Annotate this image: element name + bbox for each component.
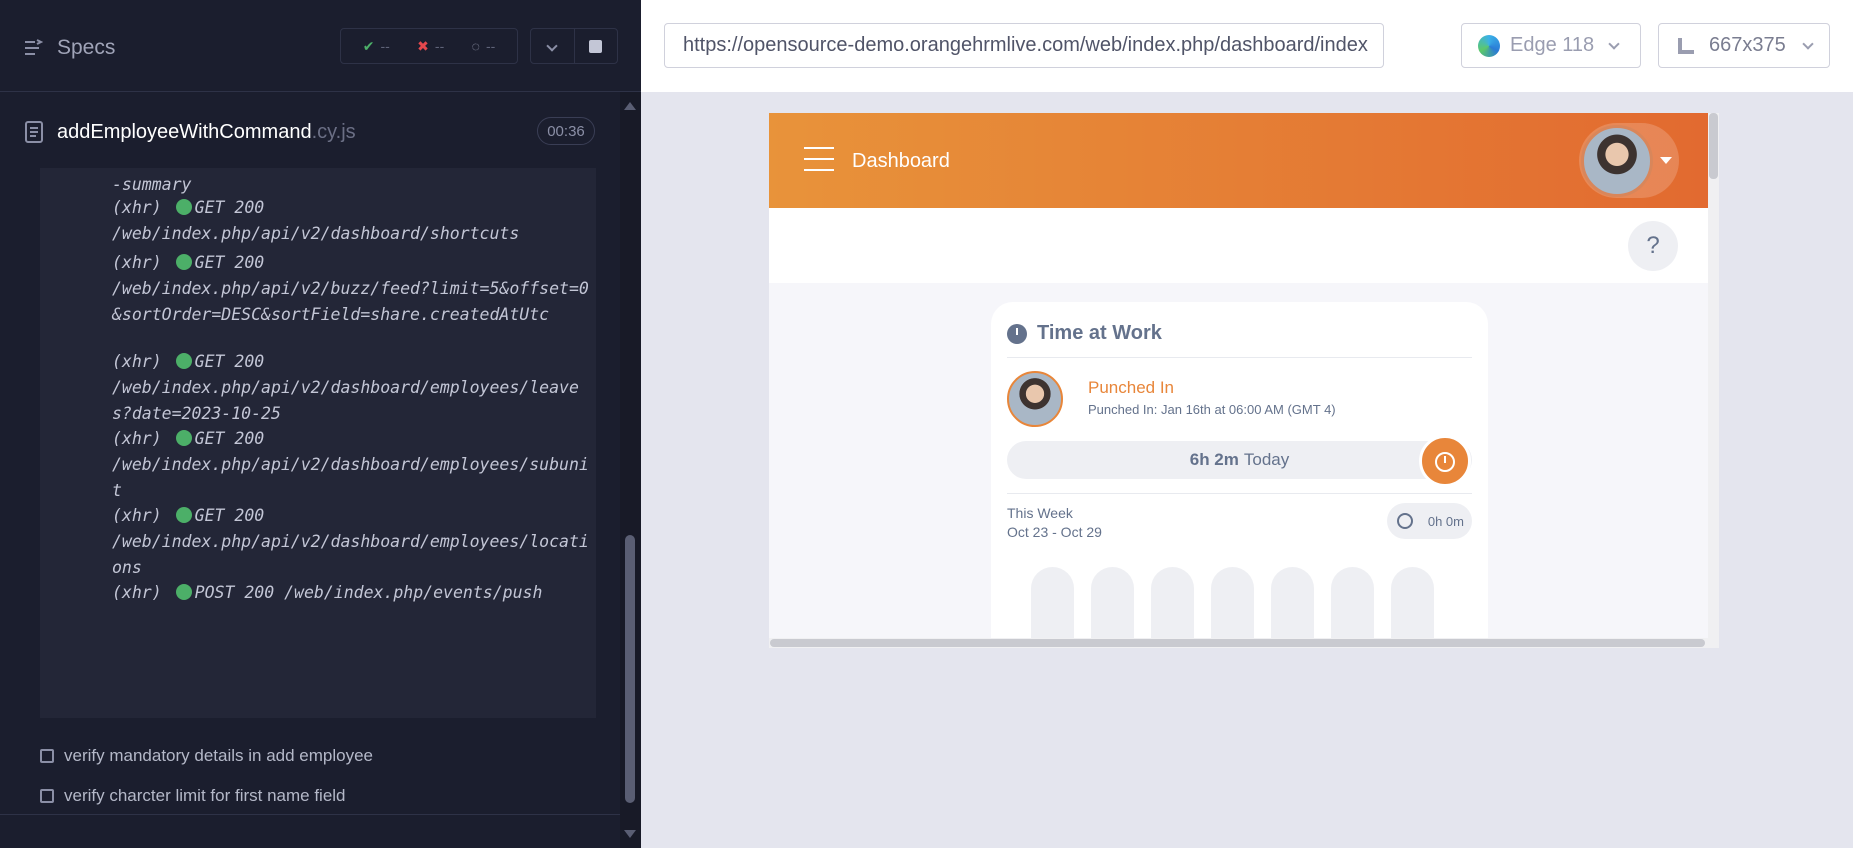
cross-icon: ✖ [417,37,429,54]
success-dot-icon [175,430,192,446]
caret-down-icon[interactable] [1660,157,1672,164]
clock-icon [1007,323,1027,344]
help-button[interactable]: ? [1628,221,1678,271]
punch-timer-button[interactable] [1419,435,1471,487]
failed-stat: ✖ -- [417,37,445,55]
specs-title[interactable]: Specs [57,36,115,60]
success-dot-icon [175,254,192,270]
scroll-thumb[interactable] [770,639,1705,647]
hamburger-menu-icon[interactable] [804,147,834,180]
week-label: This Week [1007,505,1073,521]
week-range: Oct 23 - Oct 29 [1007,524,1102,540]
pending-stat: ◌ -- [471,38,496,54]
day-bar [1211,567,1254,648]
viewport-selector[interactable]: 667x375 [1658,23,1830,68]
collapse-button[interactable] [531,29,575,63]
day-bar [1391,567,1434,648]
success-dot-icon [175,584,192,600]
test-status-icon [40,789,54,803]
log-entry[interactable]: (xhr) GET 200 /web/index.php/api/v2/dashb… [112,349,592,427]
duration-badge: 00:36 [537,117,595,145]
chevron-down-icon [1608,37,1620,50]
employee-avatar [1007,371,1063,427]
spec-file-row[interactable]: addEmployeeWithCommand.cy.js 00:36 [0,108,620,156]
day-bar [1331,567,1374,648]
edge-icon [1478,34,1500,57]
widget-title: Time at Work [1037,322,1162,344]
topbar-actions [769,208,1708,283]
log-entry[interactable]: (xhr) GET 200 /web/index.php/api/v2/buzz/… [112,250,592,328]
aut-header: https://opensource-demo.orangehrmlive.co… [641,0,1853,92]
stop-button[interactable] [575,29,618,63]
specs-menu-icon[interactable] [23,38,43,58]
divider [1007,493,1472,494]
test-item[interactable]: verify charcter limit for first name fie… [40,786,346,806]
file-icon [25,121,43,143]
success-dot-icon [175,199,192,215]
punch-status: Punched In [1088,378,1175,397]
divider [0,814,620,815]
success-dot-icon [175,353,192,369]
scroll-thumb[interactable] [1709,113,1718,179]
punch-detail: Punched In: Jan 16th at 06:00 AM (GMT 4) [1088,402,1336,417]
scroll-thumb[interactable] [625,535,635,803]
spec-file-name: addEmployeeWithCommand.cy.js [57,121,356,143]
divider [1007,357,1472,358]
frame-horizontal-scrollbar[interactable] [769,638,1708,648]
user-avatar[interactable] [1581,125,1653,197]
specs-header: Specs ✔ -- ✖ -- ◌ -- [0,0,641,92]
app-header: Dashboard [769,113,1708,208]
day-bar [1091,567,1134,648]
run-stats: ✔ -- ✖ -- ◌ -- [340,28,518,64]
page-title: Dashboard [852,150,950,172]
app-frame: Dashboard ? Time at Work Punched In Punc… [769,113,1719,648]
chevron-down-icon [546,40,558,52]
chevron-down-icon [1802,37,1814,50]
frame-vertical-scrollbar[interactable] [1708,113,1719,648]
log-entry[interactable]: (xhr) GET 200 /web/index.php/api/v2/dashb… [112,503,592,581]
log-entry[interactable]: (xhr) GET 200 /web/index.php/api/v2/dashb… [112,426,592,504]
viewport-ruler-icon [1678,37,1694,54]
success-dot-icon [175,507,192,523]
day-bar [1271,567,1314,648]
specs-panel: Specs ✔ -- ✖ -- ◌ -- addEmployeeWithComm… [0,0,641,848]
passed-stat: ✔ -- [362,37,390,55]
week-total: 0h 0m [1387,503,1472,539]
today-summary: 6h 2m Today [1007,441,1472,479]
scroll-down-icon[interactable] [624,830,636,838]
spinner-icon: ◌ [471,38,480,54]
test-status-icon [40,749,54,763]
stop-icon [589,39,603,53]
day-bar [1151,567,1194,648]
scroll-up-icon[interactable] [624,102,636,110]
command-log: /web/index.php/api/v2/dashboard/employee… [40,168,596,718]
log-entry[interactable]: (xhr) GET 200 /web/index.php/api/v2/dashb… [112,195,592,247]
check-icon: ✔ [362,37,375,54]
url-field[interactable]: https://opensource-demo.orangehrmlive.co… [664,23,1384,68]
log-entry[interactable]: (xhr) POST 200 /web/index.php/events/push [112,580,592,606]
day-bar [1031,567,1074,648]
widget-header: Time at Work [1007,322,1162,345]
log-scrollbar[interactable] [620,92,641,848]
time-at-work-widget: Time at Work Punched In Punched In: Jan … [991,302,1488,648]
log-entry[interactable]: /web/index.php/api/v2/dashboard/employee… [112,168,592,198]
test-item[interactable]: verify mandatory details in add employee [40,746,373,766]
browser-selector[interactable]: Edge 118 [1461,23,1641,68]
runner-controls [530,28,618,64]
